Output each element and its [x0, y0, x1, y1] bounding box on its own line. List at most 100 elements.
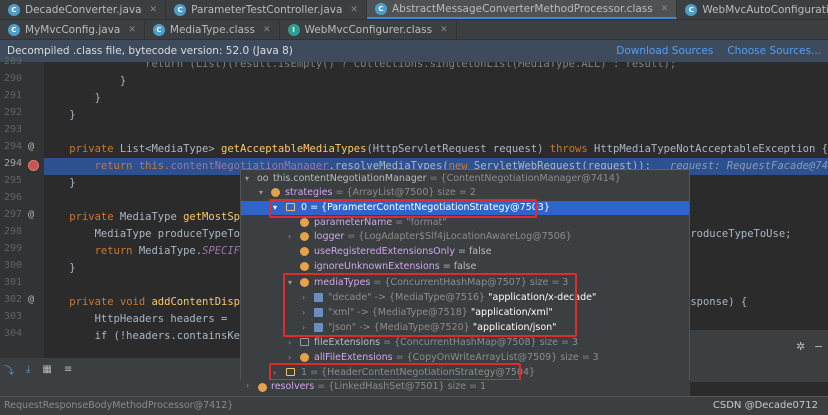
tree-row-resolvers[interactable]: › resolvers = {LinkedHashSet@7501} size …: [240, 380, 690, 396]
decompiled-banner: Decompiled .class file, bytecode version…: [0, 40, 828, 62]
tab-webmvc-configurer[interactable]: I WebMvcConfigurer.class ✕: [280, 20, 457, 39]
tab-label: AbstractMessageConverterMethodProcessor.…: [391, 2, 653, 15]
step-into-icon[interactable]: ⤓: [26, 364, 30, 375]
close-icon[interactable]: ✕: [440, 25, 448, 35]
close-icon[interactable]: ✕: [128, 25, 136, 35]
line-number: 299: [3, 243, 22, 254]
field-icon: [300, 218, 309, 227]
status-frame-text: RequestResponseBodyMethodProcessor@7412}: [4, 400, 234, 411]
line-number: 291: [3, 90, 22, 101]
var-name: logger: [314, 231, 345, 242]
watch-glasses-icon: oo: [257, 173, 269, 184]
field-icon: [300, 232, 309, 241]
code-line: }: [44, 262, 76, 274]
tree-row-file-extensions[interactable]: › fileExtensions = {ConcurrentHashMap@75…: [241, 336, 689, 350]
code-line: }: [44, 75, 127, 87]
class-icon: C: [152, 23, 165, 36]
tab-media-type[interactable]: C MediaType.class ✕: [145, 20, 280, 39]
var-name: resolvers: [271, 381, 315, 392]
class-icon: C: [174, 3, 187, 16]
var-value: = {ContentNegotiationManager@7414}: [429, 173, 621, 184]
code-line: private List<MediaType> getAcceptableMed…: [69, 143, 828, 155]
code-line: private MediaType getMostSp: [69, 211, 240, 223]
editor-tabs-row-1: C DecadeConverter.java ✕ C ParameterTest…: [0, 0, 828, 20]
field-icon: [300, 353, 309, 362]
tree-row-ignore-unknown[interactable]: ignoreUnknownExtensions = false: [241, 260, 689, 274]
tree-row-root[interactable]: ▾ oo this.contentNegotiationManager = {C…: [241, 172, 689, 186]
step-over-icon[interactable]: ⤵: [4, 362, 14, 377]
tab-abstract-message-converter[interactable]: C AbstractMessageConverterMethodProcesso…: [366, 0, 678, 19]
tab-my-mvc-config[interactable]: C MyMvcConfig.java ✕: [0, 20, 145, 39]
code-line: private void addContentDisp: [69, 296, 240, 308]
line-number: 302: [3, 294, 22, 305]
field-icon: [300, 262, 309, 271]
var-name: useRegisteredExtensionsOnly: [314, 246, 455, 257]
override-marker-icon[interactable]: @: [28, 294, 34, 305]
annotation-box: [269, 363, 521, 380]
tab-label: MyMvcConfig.java: [25, 23, 121, 36]
close-icon[interactable]: ✕: [350, 5, 358, 15]
line-number: 294: [3, 141, 22, 152]
field-icon: [258, 383, 267, 392]
field-icon: [271, 188, 280, 197]
var-name: allFileExtensions: [314, 352, 393, 363]
tab-label: WebMvcAutoConfiguration.class: [702, 3, 828, 16]
line-number: 295: [3, 175, 22, 186]
debug-right-panel: ✲ −: [690, 330, 828, 382]
tree-row-use-registered[interactable]: useRegisteredExtensionsOnly = false: [241, 245, 689, 259]
tab-parameter-test-controller[interactable]: C ParameterTestController.java ✕: [166, 0, 367, 19]
evaluate-icon[interactable]: ▦: [42, 364, 51, 375]
collapse-arrow-icon[interactable]: ▾: [259, 186, 263, 200]
tab-webmvc-auto-configuration[interactable]: C WebMvcAutoConfiguration.class ✕: [677, 0, 828, 19]
code-line: }: [44, 177, 76, 189]
code-line-right: produceTypeToUse;: [684, 228, 792, 240]
tree-row-parameter-name[interactable]: parameterName = "format": [241, 216, 689, 230]
download-sources-link[interactable]: Download Sources: [616, 45, 713, 57]
tree-row-strategies[interactable]: ▾ strategies = {ArrayList@7500} size = 2: [241, 186, 689, 200]
annotation-box: [283, 273, 577, 337]
trace-icon[interactable]: ≡: [64, 364, 72, 375]
tab-label: WebMvcConfigurer.class: [304, 23, 433, 36]
var-value: = {LogAdapter$Slf4jLocationAwareLog@7506…: [347, 231, 572, 242]
code-line-right: esponse) {: [684, 296, 748, 308]
tab-decade-converter[interactable]: C DecadeConverter.java ✕: [0, 0, 167, 19]
debug-variables-popup[interactable]: ▾ oo this.contentNegotiationManager = {C…: [240, 169, 690, 381]
annotation-box: [269, 199, 537, 218]
override-marker-icon[interactable]: @: [28, 141, 34, 152]
code-line: HttpHeaders headers =: [44, 313, 228, 325]
line-number: 293: [3, 124, 22, 135]
var-name: fileExtensions: [314, 337, 381, 348]
close-icon[interactable]: ✕: [150, 5, 158, 15]
line-number: 292: [3, 107, 22, 118]
close-icon[interactable]: ✕: [661, 4, 669, 14]
gear-icon[interactable]: ✲: [796, 340, 805, 353]
line-number: 303: [3, 311, 22, 322]
expand-arrow-icon[interactable]: ›: [246, 381, 249, 390]
line-number: 296: [3, 192, 22, 203]
code-line: return (List)(result.isEmpty() ? Collect…: [44, 62, 677, 70]
override-marker-icon[interactable]: @: [28, 209, 34, 220]
line-gutter: 289 290 291 292 293 294 294 295 296 297 …: [0, 56, 44, 358]
class-icon: C: [374, 2, 387, 15]
class-icon: C: [685, 3, 698, 16]
debug-toolbar: ⤵ ⤓ ▦ ≡: [0, 358, 240, 380]
line-number: 301: [3, 277, 22, 288]
line-number: 297: [3, 209, 22, 220]
choose-sources-link[interactable]: Choose Sources...: [727, 45, 821, 57]
var-name: this.contentNegotiationManager: [273, 173, 427, 184]
expand-arrow-icon[interactable]: ›: [288, 336, 291, 350]
expand-arrow-icon[interactable]: ›: [288, 230, 291, 244]
line-number: 294: [3, 158, 22, 169]
watermark: CSDN @Decade0712: [712, 400, 818, 411]
line-number: 290: [3, 73, 22, 84]
line-number: 300: [3, 260, 22, 271]
editor-tabs-row-2: C MyMvcConfig.java ✕ C MediaType.class ✕…: [0, 20, 828, 40]
minimize-icon[interactable]: −: [814, 340, 823, 353]
var-value: = {CopyOnWriteArrayList@7509} size = 3: [395, 352, 599, 363]
tree-row-logger[interactable]: › logger = {LogAdapter$Slf4jLocationAwar…: [241, 230, 689, 244]
class-icon: C: [8, 23, 20, 36]
collapse-arrow-icon[interactable]: ▾: [245, 172, 249, 186]
var-name: parameterName: [314, 217, 393, 228]
breakpoint-icon[interactable]: [28, 160, 39, 171]
close-icon[interactable]: ✕: [263, 25, 271, 35]
